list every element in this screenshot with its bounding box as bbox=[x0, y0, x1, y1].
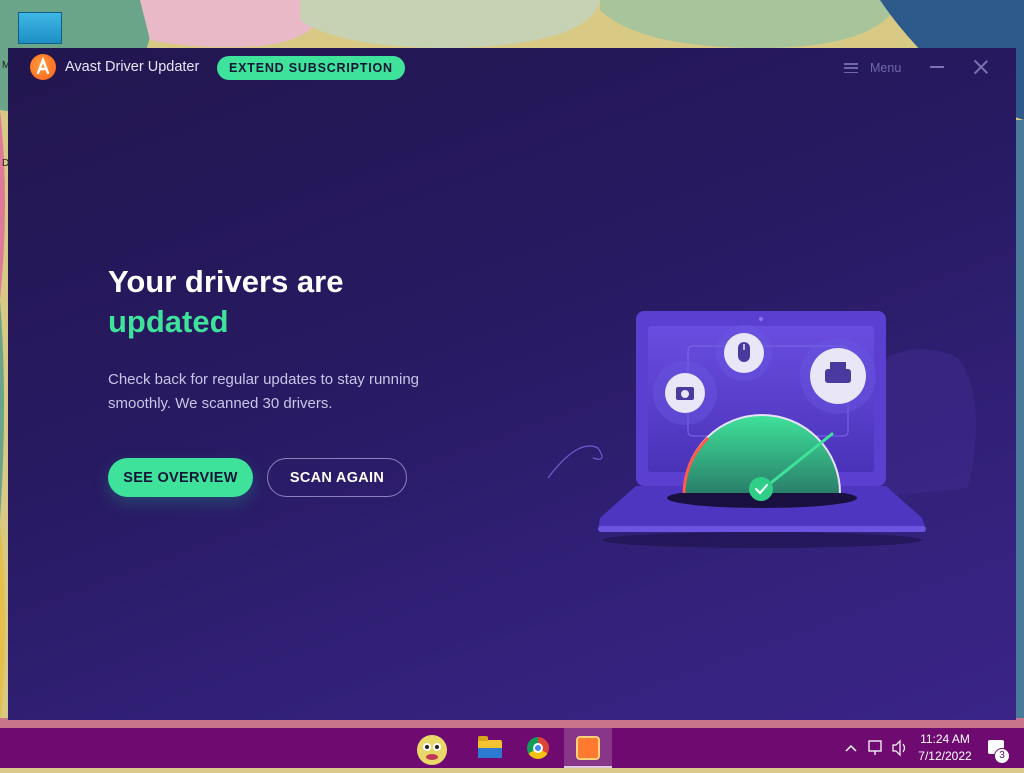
cartoon-app-icon[interactable] bbox=[410, 728, 458, 768]
clock-time[interactable]: 11:24 AM bbox=[904, 732, 986, 746]
chevron-up-icon[interactable] bbox=[844, 728, 858, 768]
notification-count-badge: 3 bbox=[994, 748, 1010, 764]
clock-date[interactable]: 7/12/2022 bbox=[904, 749, 986, 763]
app-window: Avast Driver Updater EXTEND SUBSCRIPTION… bbox=[8, 48, 1016, 720]
status-description: Check back for regular updates to stay r… bbox=[108, 371, 420, 412]
extend-subscription-button[interactable]: EXTEND SUBSCRIPTION bbox=[217, 56, 405, 80]
file-explorer-icon[interactable] bbox=[465, 728, 513, 768]
laptop-illustration bbox=[547, 311, 976, 548]
taskbar: 11:24 AM 7/12/2022 3 bbox=[0, 728, 1024, 768]
avast-icon[interactable] bbox=[564, 728, 612, 768]
page-title-accent: updated bbox=[108, 304, 229, 339]
menu-button[interactable]: Menu bbox=[844, 58, 901, 78]
chrome-icon[interactable] bbox=[514, 728, 562, 768]
menu-label: Menu bbox=[870, 61, 902, 75]
network-icon[interactable] bbox=[866, 728, 886, 768]
minimize-icon[interactable] bbox=[930, 66, 944, 68]
page-title: Your drivers are bbox=[108, 264, 344, 299]
title-bar: Avast Driver Updater EXTEND SUBSCRIPTION… bbox=[8, 48, 1016, 88]
see-overview-button[interactable]: SEE OVERVIEW bbox=[108, 458, 253, 497]
close-icon[interactable] bbox=[974, 60, 988, 74]
hamburger-icon bbox=[844, 63, 858, 73]
app-title: Avast Driver Updater bbox=[65, 59, 200, 75]
monitor-icon[interactable] bbox=[18, 12, 62, 44]
scan-again-button[interactable]: SCAN AGAIN bbox=[267, 458, 407, 497]
avast-logo-icon bbox=[30, 54, 56, 80]
